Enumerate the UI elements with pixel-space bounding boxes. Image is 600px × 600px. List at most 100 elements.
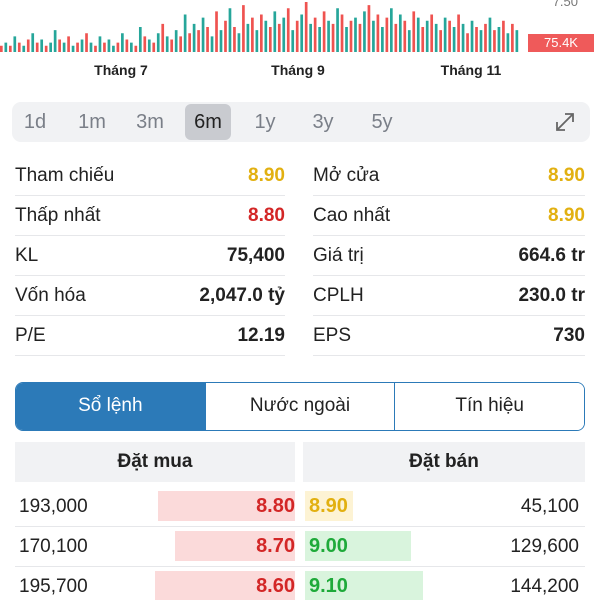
volume-bar	[17, 42, 21, 52]
detail-tabs: Sổ lệnh Nước ngoài Tín hiệu	[15, 382, 585, 431]
buy-price: 8.80	[256, 495, 295, 517]
stat-volume: KL 75,400	[15, 236, 285, 276]
volume-bar	[381, 27, 384, 52]
volume-bar	[322, 11, 326, 52]
volume-bar	[165, 36, 169, 52]
volume-bar	[224, 20, 227, 52]
stat-label: Vốn hóa	[15, 285, 86, 306]
volume-bar	[13, 36, 17, 52]
volume-bar	[112, 45, 115, 52]
sell-volume: 144,200	[510, 576, 579, 597]
volume-bar	[295, 20, 299, 52]
range-5y[interactable]: 5y	[359, 102, 405, 142]
volume-bar	[134, 45, 138, 52]
volume-bar	[237, 33, 241, 52]
buy-price: 8.70	[256, 535, 295, 557]
volume-bar	[363, 11, 366, 52]
stat-label: Tham chiếu	[15, 165, 115, 186]
volume-bar	[26, 39, 30, 52]
volume-bar	[398, 14, 402, 52]
buy-volume: 195,700	[19, 576, 88, 597]
month-axis: Tháng 7 Tháng 9 Tháng 11	[0, 62, 600, 82]
volume-bar	[116, 42, 120, 52]
volume-bar	[434, 23, 438, 52]
sell-price: 9.10	[309, 575, 348, 597]
stat-label: Mở cửa	[313, 165, 380, 186]
volume-bar	[62, 42, 66, 52]
volume-bar	[215, 11, 218, 52]
volume-bar	[143, 36, 147, 52]
volume-bar	[44, 45, 48, 52]
volume-bar	[385, 17, 389, 52]
volume-bar	[107, 39, 111, 52]
volume-bar	[282, 17, 286, 52]
range-1m[interactable]: 1m	[69, 102, 115, 142]
volume-bar	[300, 14, 304, 52]
volume-bar	[233, 27, 236, 52]
volume-bar	[470, 20, 474, 52]
volume-bar	[264, 20, 268, 52]
range-6m[interactable]: 6m	[185, 104, 231, 140]
volume-bar	[58, 39, 61, 52]
volume-bar	[443, 17, 447, 52]
buy-header: Đặt mua	[15, 442, 295, 482]
volume-bar	[183, 14, 187, 52]
stat-value: 8.90	[248, 165, 285, 186]
orderbook-row[interactable]: 193,000 8.80 8.90 45,100	[15, 487, 585, 527]
volume-bar	[448, 20, 451, 52]
volume-bar	[502, 20, 505, 52]
volume-bar	[40, 39, 44, 52]
volume-bar	[313, 17, 317, 52]
orderbook-row[interactable]: 170,100 8.70 9.00 129,600	[15, 527, 585, 567]
stat-label: P/E	[15, 325, 46, 346]
volume-bar	[336, 8, 339, 52]
volume-bar	[246, 23, 250, 52]
volume-bar	[31, 33, 35, 52]
volume-bar	[425, 20, 429, 52]
volume-bar	[125, 39, 129, 52]
volume-bar	[452, 27, 456, 52]
volume-bar	[35, 42, 39, 52]
volume-bar	[268, 27, 272, 52]
range-3m[interactable]: 3m	[127, 102, 173, 142]
volume-bar	[49, 42, 52, 52]
stat-value: 730	[553, 325, 585, 346]
volume-bar	[121, 33, 124, 52]
volume-bar	[331, 23, 335, 52]
stats-row: P/E 12.19 EPS 730	[15, 316, 587, 356]
volume-bar	[22, 45, 26, 52]
range-1d[interactable]: 1d	[12, 102, 58, 142]
tab-signals[interactable]: Tín hiệu	[394, 383, 584, 430]
volume-bar	[89, 42, 93, 52]
volume-bar	[188, 33, 191, 52]
orderbook-row[interactable]: 195,700 8.60 9.10 144,200	[15, 567, 585, 600]
volume-bar	[98, 36, 102, 52]
volume-bar	[493, 30, 496, 52]
range-1y[interactable]: 1y	[242, 102, 288, 142]
volume-chart: 7.50 75.4K	[0, 0, 600, 52]
volume-bar	[147, 39, 151, 52]
stat-value: 8.90	[548, 205, 585, 226]
volume-bar	[497, 27, 501, 52]
volume-bar	[206, 27, 209, 52]
tab-order-book[interactable]: Sổ lệnh	[16, 383, 205, 430]
volume-bar	[174, 30, 178, 52]
expand-icon[interactable]	[554, 111, 576, 133]
volume-bar	[67, 36, 70, 52]
month-label: Tháng 11	[440, 62, 502, 78]
volume-bar	[340, 14, 344, 52]
volume-bar	[277, 23, 281, 52]
volume-bar	[0, 45, 3, 52]
volume-bars	[0, 2, 519, 52]
volume-bar	[71, 45, 75, 52]
stat-value: 12.19	[237, 325, 285, 346]
volume-bar	[394, 23, 398, 52]
volume-bar	[242, 5, 245, 52]
tab-foreign[interactable]: Nước ngoài	[204, 383, 395, 430]
range-3y[interactable]: 3y	[300, 102, 346, 142]
volume-bar	[479, 30, 483, 52]
stat-label: CPLH	[313, 285, 364, 306]
volume-bar	[511, 23, 514, 52]
price-axis-tick: 7.50	[552, 0, 578, 9]
volume-bar	[416, 17, 420, 52]
